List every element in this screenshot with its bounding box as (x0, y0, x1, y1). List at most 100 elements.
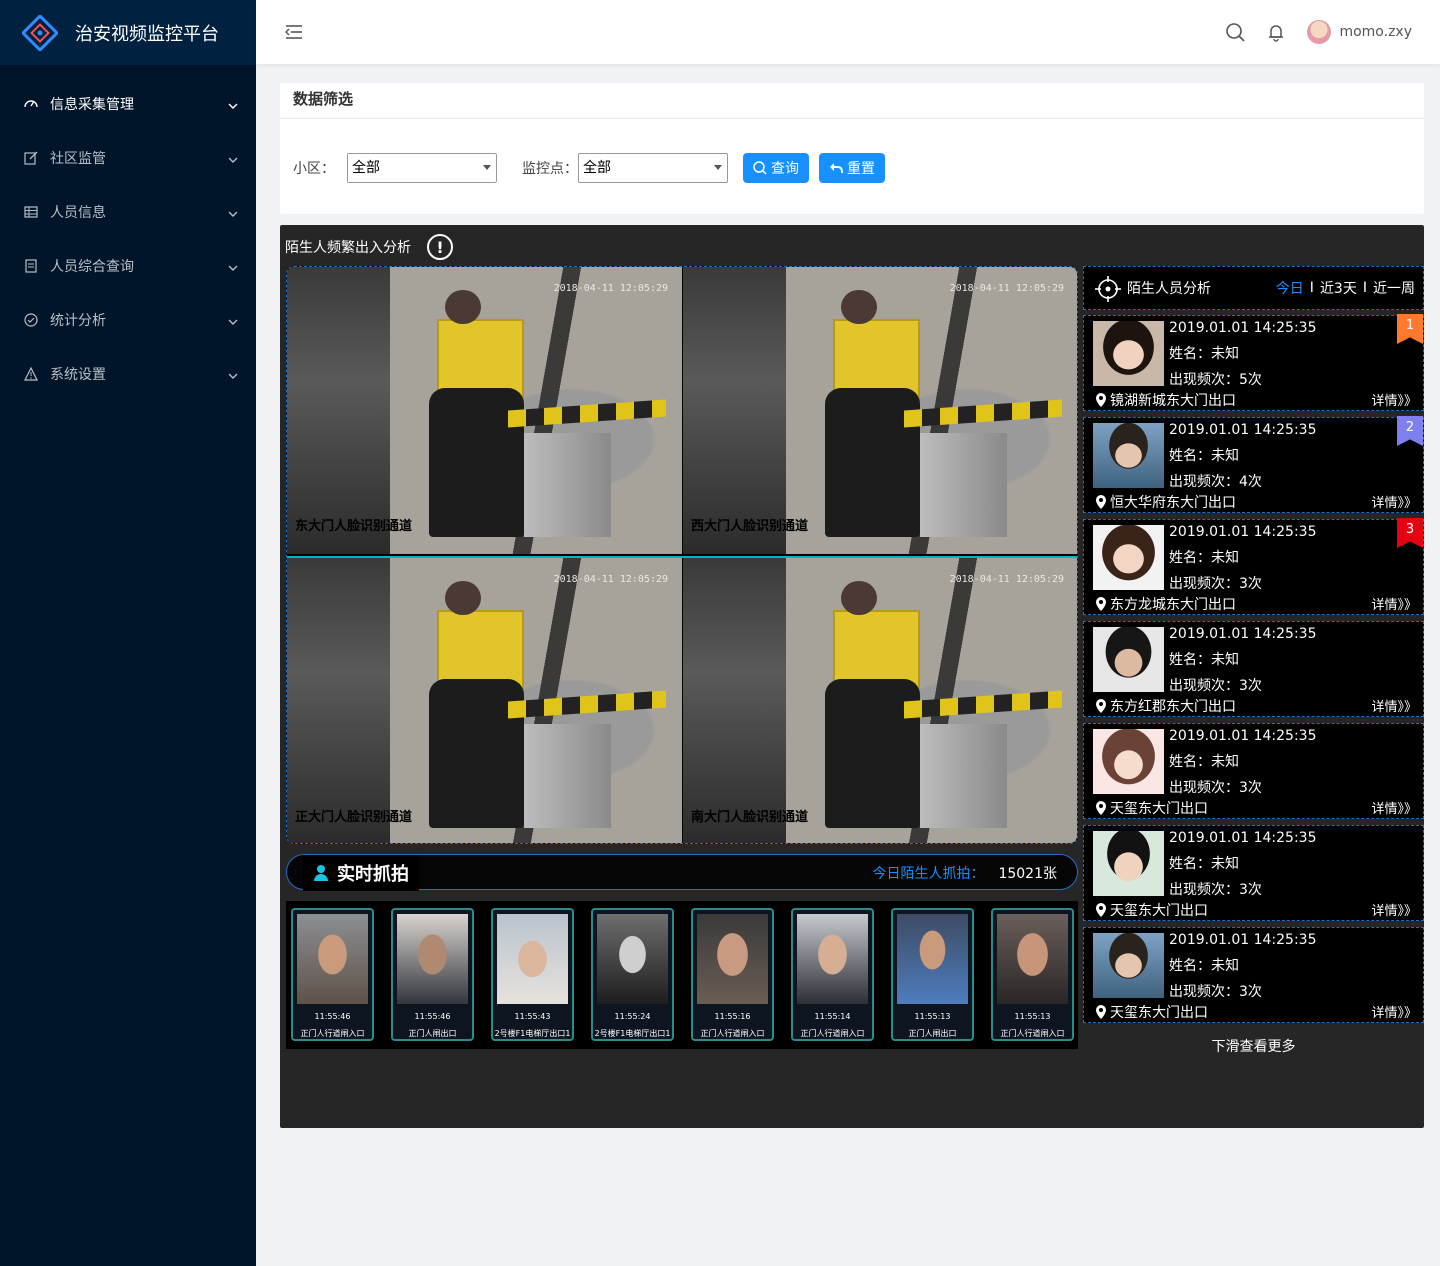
person-name: 姓名：未知 (1169, 550, 1239, 566)
snapshot-card[interactable]: 11:55:13 正门人行道闸入口 (991, 908, 1074, 1041)
snapshot-location: 正门人行道闸入口 (700, 1029, 765, 1038)
sidebar-item-query[interactable]: 人员综合查询 (0, 239, 256, 293)
snapshot-card[interactable]: 11:55:46 正门人行道闸入口 (291, 908, 374, 1041)
snapshot-card[interactable]: 11:55:46 正门人闸出口 (391, 908, 474, 1041)
person-datetime: 2019.01.01 14:25:35 (1169, 320, 1317, 336)
person-name: 姓名：未知 (1169, 856, 1239, 872)
person-location: 东方红郡东大门出口 (1095, 696, 1236, 716)
caret-down-icon (709, 154, 727, 182)
location-pin-icon (1095, 699, 1107, 713)
avatar[interactable] (1307, 20, 1332, 44)
person-photo (1093, 729, 1164, 794)
person-card[interactable]: 2019.01.01 14:25:35 姓名：未知 出现频次：3次 天玺东大门出… (1083, 825, 1424, 921)
stranger-count-label: 今日陌生人抓拍： (872, 866, 985, 882)
query-button[interactable]: 查询 (743, 153, 809, 183)
tab-separator: I (1362, 280, 1367, 296)
sidebar-item-personnel[interactable]: 人员信息 (0, 185, 256, 239)
snapshot-card[interactable]: 11:55:14 正门人行道闸入口 (791, 908, 874, 1041)
monitor-select[interactable]: 全部 (578, 153, 728, 183)
community-select[interactable]: 全部 (347, 153, 497, 183)
snapshot-card[interactable]: 11:55:13 正门人闸出口 (891, 908, 974, 1041)
sidebar-item-community[interactable]: 社区监管 (0, 131, 256, 185)
dashboard-icon (23, 96, 39, 112)
detail-link[interactable]: 详情》》 (1371, 492, 1417, 511)
person-card[interactable]: 2019.01.01 14:25:35 姓名：未知 出现频次：3次 东方红郡东大… (1083, 621, 1424, 717)
video-feed[interactable]: 2018-04-11 12:05:29 南大门人脸识别通道 (683, 558, 1077, 843)
person-card[interactable]: 2019.01.01 14:25:35 姓名：未知 出现频次：3次 天玺东大门出… (1083, 927, 1424, 1023)
snapshot-time: 11:55:24 (614, 1012, 651, 1021)
caret-down-icon (478, 154, 496, 182)
person-photo (1093, 831, 1164, 896)
stranger-analysis-panel: 陌生人频繁出入分析 ! 2018-04-11 12:05:29 东大门人脸识别通… (280, 225, 1424, 1128)
time-range-tabs: 今日 I 近3天 I 近一周 (1270, 267, 1421, 309)
person-photo (1093, 525, 1164, 590)
video-feed[interactable]: 2018-04-11 12:05:29 西大门人脸识别通道 (683, 267, 1077, 554)
bell-icon[interactable] (1266, 22, 1286, 42)
person-name: 姓名：未知 (1169, 958, 1239, 974)
video-label: 西大门人脸识别通道 (691, 519, 809, 534)
tab-3-days[interactable]: 近3天 (1320, 278, 1357, 298)
snapshot-card[interactable]: 11:55:43 2号楼F1电梯厅出口1 (491, 908, 574, 1041)
person-card[interactable]: 2019.01.01 14:25:35 姓名：未知 出现频次：3次 东方龙城东大… (1083, 518, 1424, 615)
detail-link[interactable]: 详情》》 (1371, 1002, 1417, 1021)
snapshot-time: 11:55:13 (914, 1012, 951, 1021)
sidebar-item-settings[interactable]: 系统设置 (0, 347, 256, 401)
filter-card: 数据筛选 小区： 全部 监控点： 全部 查询 重置 (280, 83, 1424, 214)
person-location-text: 天玺东大门出口 (1110, 903, 1208, 919)
detail-link[interactable]: 详情》》 (1371, 798, 1417, 817)
rank-badge: 3 (1397, 518, 1423, 548)
reset-button[interactable]: 重置 (819, 153, 885, 183)
face-photo (697, 914, 768, 1004)
detail-link[interactable]: 详情》》 (1371, 900, 1417, 919)
video-feed[interactable]: 2018-04-11 12:05:29 正大门人脸识别通道 (287, 558, 682, 843)
header-actions: momo.zxy (1225, 0, 1412, 64)
panel-title: 陌生人频繁出入分析 ! (285, 234, 453, 260)
snapshot-time: 11:55:43 (514, 1012, 551, 1021)
person-card[interactable]: 2019.01.01 14:25:35 姓名：未知 出现频次：5次 镜湖新城东大… (1083, 314, 1424, 411)
person-location: 镜湖新城东大门出口 (1095, 390, 1236, 410)
person-card[interactable]: 2019.01.01 14:25:35 姓名：未知 出现频次：4次 恒大华府东大… (1083, 416, 1424, 513)
snapshot-time: 11:55:13 (1014, 1012, 1051, 1021)
username[interactable]: momo.zxy (1339, 24, 1412, 40)
person-datetime: 2019.01.01 14:25:35 (1169, 932, 1317, 948)
filter-title: 数据筛选 (280, 83, 1424, 119)
reset-button-label: 重置 (847, 161, 875, 177)
detail-link[interactable]: 详情》》 (1371, 594, 1417, 613)
snapshot-location: 正门人闸出口 (908, 1029, 957, 1038)
person-location: 恒大华府东大门出口 (1095, 492, 1236, 512)
search-icon[interactable] (1225, 22, 1246, 42)
detail-link[interactable]: 详情》》 (1371, 696, 1417, 715)
menu-fold-icon[interactable] (284, 22, 304, 42)
tab-week[interactable]: 近一周 (1373, 278, 1415, 298)
tab-today[interactable]: 今日 (1276, 278, 1304, 298)
snapshot-time: 11:55:16 (714, 1012, 751, 1021)
app-title: 治安视频监控平台 (75, 23, 219, 45)
realtime-capture-bar: 实时抓拍 今日陌生人抓拍： 15021张 (286, 854, 1078, 891)
video-feed[interactable]: 2018-04-11 12:05:29 东大门人脸识别通道 (287, 267, 682, 554)
logo-icon (20, 13, 60, 52)
face-photo (997, 914, 1068, 1004)
warning-icon (23, 366, 39, 382)
snapshot-location: 正门人闸出口 (408, 1029, 457, 1038)
chevron-down-icon (228, 369, 238, 379)
load-more-link[interactable]: 下滑查看更多 (1083, 1036, 1424, 1056)
sidebar-item-info-collection[interactable]: 信息采集管理 (0, 77, 256, 131)
detail-link[interactable]: 详情》》 (1371, 390, 1417, 409)
person-location: 天玺东大门出口 (1095, 900, 1208, 920)
snapshot-card[interactable]: 11:55:24 2号楼F1电梯厅出口1 (591, 908, 674, 1041)
exclamation-icon[interactable]: ! (427, 234, 453, 260)
community-select-value: 全部 (352, 160, 380, 176)
person-location: 天玺东大门出口 (1095, 798, 1208, 818)
person-datetime: 2019.01.01 14:25:35 (1169, 728, 1317, 744)
person-photo (1093, 321, 1164, 386)
top-header: momo.zxy (256, 0, 1440, 64)
person-frequency: 出现频次：3次 (1169, 678, 1262, 694)
search-icon (753, 161, 767, 175)
person-location-text: 镜湖新城东大门出口 (1110, 393, 1236, 409)
sidebar-item-statistics[interactable]: 统计分析 (0, 293, 256, 347)
snapshot-card[interactable]: 11:55:16 正门人行道闸入口 (691, 908, 774, 1041)
person-frequency: 出现频次：3次 (1169, 882, 1262, 898)
person-photo (1093, 627, 1164, 692)
person-frequency: 出现频次：3次 (1169, 780, 1262, 796)
person-card[interactable]: 2019.01.01 14:25:35 姓名：未知 出现频次：3次 天玺东大门出… (1083, 723, 1424, 819)
